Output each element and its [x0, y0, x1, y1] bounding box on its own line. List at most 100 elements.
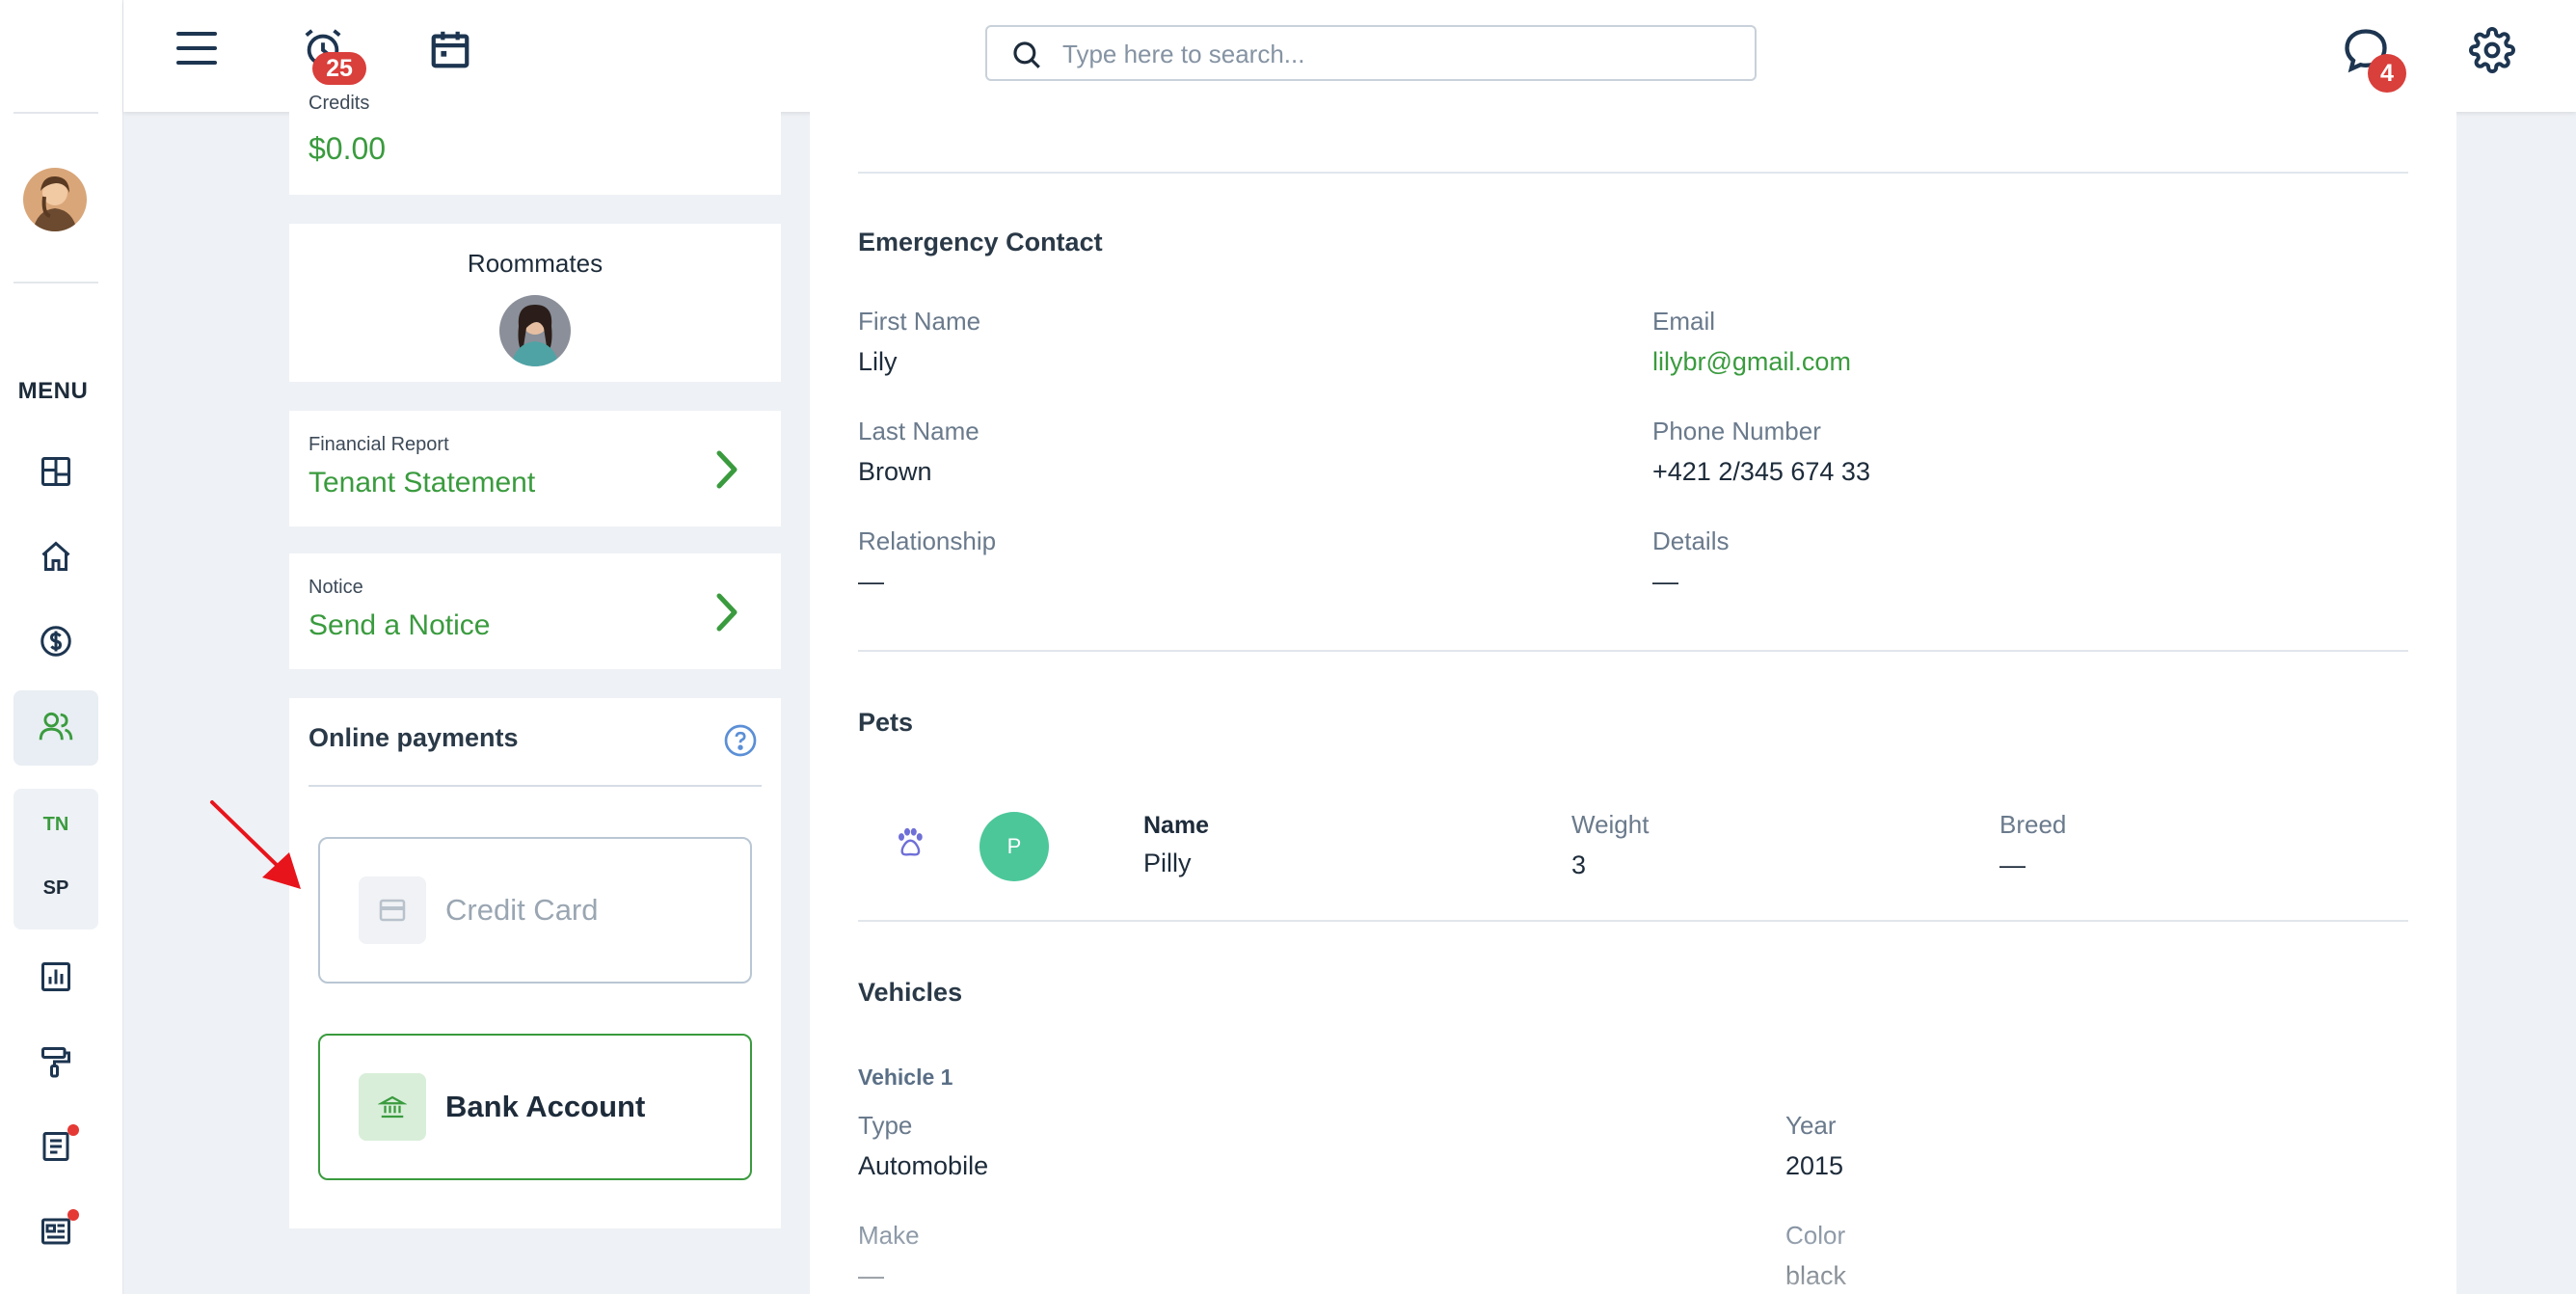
pet-name-value: Pilly [1143, 849, 1192, 877]
chevron-right-icon [713, 590, 740, 639]
home-icon [39, 539, 73, 579]
email-label: Email [1652, 307, 1716, 336]
left-rail: MENU TN SP [0, 0, 123, 1294]
rail-reports[interactable] [13, 941, 98, 1016]
send-notice-link[interactable]: Send a Notice [309, 609, 490, 642]
menu-label: MENU [17, 378, 89, 404]
notification-dot [67, 1124, 79, 1136]
tenant-details-panel: Emergency Contact First Name Lily Email … [810, 112, 2456, 1294]
rail-maintenance[interactable] [13, 1026, 98, 1101]
pet-weight-value: 3 [1571, 850, 1587, 879]
online-payments-title: Online payments [309, 723, 519, 752]
roommate-avatar[interactable] [499, 295, 571, 366]
pet-weight-label: Weight [1571, 810, 1650, 839]
divider [858, 172, 2408, 174]
pet-avatar: P [979, 812, 1049, 881]
divider [309, 785, 762, 787]
rail-divider [13, 112, 98, 114]
chart-icon [39, 959, 73, 999]
tenant-statement-link[interactable]: Tenant Statement [309, 467, 535, 499]
phone-label: Phone Number [1652, 417, 1821, 445]
dollar-icon [39, 624, 73, 663]
bank-icon [359, 1073, 426, 1141]
last-name-label: Last Name [858, 417, 979, 445]
financial-report-label: Financial Report [309, 434, 449, 455]
roommates-title: Roommates [467, 249, 604, 278]
menu-icon [176, 29, 217, 72]
pet-breed-value: — [1999, 850, 2026, 879]
credit-card-icon [359, 876, 426, 944]
credit-card-button[interactable]: Credit Card [318, 837, 752, 984]
notice-label: Notice [309, 577, 363, 598]
pet-name-label: Name [1143, 812, 1210, 839]
user-avatar[interactable] [23, 168, 87, 231]
divider [858, 650, 2408, 652]
vehicle-color-label: Color [1785, 1221, 1846, 1250]
relationship-label: Relationship [858, 526, 997, 555]
menu-button[interactable] [174, 27, 220, 73]
rail-accounting[interactable] [13, 606, 98, 681]
vehicle-year-value: 2015 [1785, 1151, 1844, 1180]
vehicle-color-value: black [1785, 1261, 1847, 1290]
notice-card[interactable]: Notice Send a Notice [289, 553, 781, 669]
calendar-button[interactable] [426, 27, 474, 75]
help-icon[interactable] [723, 723, 758, 763]
rail-divider [13, 282, 98, 283]
dashboard-icon [39, 454, 73, 494]
emergency-contact-title: Emergency Contact [858, 228, 1103, 256]
notification-dot [67, 1209, 79, 1221]
roommates-card: Roommates [289, 224, 781, 382]
credits-card: Credits $0.00 [289, 93, 781, 195]
search-input[interactable] [1062, 37, 1737, 71]
credits-label: Credits [309, 93, 370, 114]
calendar-icon [428, 27, 472, 76]
bank-account-button[interactable]: Bank Account [318, 1034, 752, 1180]
vehicles-title: Vehicles [858, 978, 963, 1007]
vehicle-type-label: Type [858, 1111, 913, 1140]
rail-dashboard[interactable] [13, 436, 98, 511]
pet-breed-label: Breed [1999, 810, 2067, 839]
details-value: — [1652, 567, 1678, 596]
gear-icon [2469, 26, 2515, 78]
vehicle-1-title: Vehicle 1 [858, 1065, 953, 1090]
divider [858, 920, 2408, 922]
vehicle-make-value: — [858, 1261, 884, 1290]
first-name-label: First Name [858, 307, 981, 336]
messages-button[interactable]: 4 [2339, 25, 2406, 93]
annotation-arrow-icon [204, 796, 305, 902]
vehicle-type-value: Automobile [858, 1151, 989, 1180]
reminders-badge: 25 [312, 52, 366, 85]
credits-value: $0.00 [309, 131, 387, 166]
first-name-value: Lily [858, 347, 898, 376]
vehicle-make-label: Make [858, 1221, 920, 1250]
rail-documents[interactable] [13, 1111, 98, 1186]
messages-badge: 4 [2368, 54, 2406, 93]
financial-report-card[interactable]: Financial Report Tenant Statement [289, 411, 781, 526]
search-icon [1010, 39, 1043, 76]
relationship-value: — [858, 567, 884, 596]
tn-sp-group: TN SP [13, 789, 98, 930]
reminders-button[interactable]: 25 [299, 25, 366, 85]
tn-shortcut[interactable]: TN [13, 814, 98, 836]
sp-shortcut[interactable]: SP [13, 877, 98, 900]
settings-button[interactable] [2468, 26, 2516, 78]
document-icon [39, 1129, 73, 1169]
pets-title: Pets [858, 708, 914, 737]
phone-value: +421 2/345 674 33 [1652, 457, 1870, 486]
email-link[interactable]: lilybr@gmail.com [1652, 347, 1851, 377]
rail-people[interactable] [13, 690, 98, 766]
details-label: Details [1652, 526, 1730, 555]
rail-properties[interactable] [13, 521, 98, 596]
chevron-right-icon [713, 447, 740, 497]
newspaper-icon [39, 1214, 73, 1254]
bank-account-label: Bank Account [445, 1090, 646, 1123]
last-name-value: Brown [858, 457, 932, 486]
search-bar[interactable] [985, 25, 1757, 81]
credit-card-label: Credit Card [445, 893, 599, 927]
vehicle-year-label: Year [1785, 1111, 1837, 1140]
top-bar: 25 4 [123, 0, 2576, 112]
rail-news[interactable] [13, 1196, 98, 1271]
paw-icon [893, 825, 927, 865]
paint-roller-icon [39, 1044, 73, 1084]
users-icon [38, 708, 74, 749]
